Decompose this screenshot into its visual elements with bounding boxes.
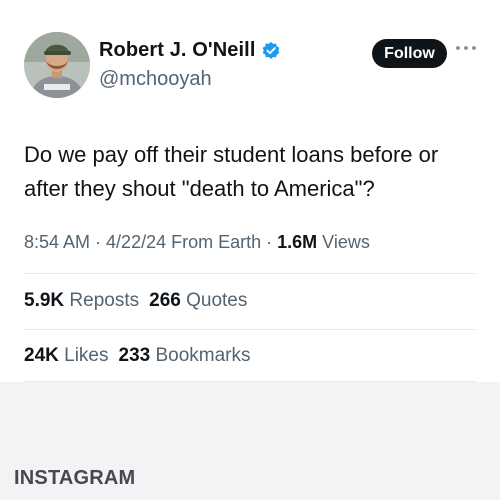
author-name-row[interactable]: Robert J. O'Neill: [99, 39, 281, 62]
tweet-text: Do we pay off their student loans before…: [24, 142, 439, 201]
bookmarks-label: Bookmarks: [150, 345, 251, 366]
profile-photo: [24, 32, 90, 98]
verified-badge-icon: [261, 41, 281, 61]
views-count: 1.6M: [277, 232, 318, 252]
views-label: Views: [317, 232, 370, 252]
more-options-icon[interactable]: [456, 42, 476, 54]
tweet-meta: 8:54 AM · 4/22/24 From Earth · 1.6M View…: [24, 232, 370, 253]
likes-label: Likes: [58, 345, 109, 366]
footer-source-label: INSTAGRAM: [14, 467, 136, 489]
meta-separator: ·: [90, 232, 107, 252]
divider: [24, 381, 476, 382]
quotes-label: Quotes: [180, 290, 248, 311]
stats-row-likes-bookmarks: 24K Likes 233 Bookmarks: [24, 345, 251, 367]
divider: [24, 273, 476, 274]
reposts-count: 5.9K: [24, 290, 65, 311]
more-dot: [464, 46, 468, 50]
bookmarks-count: 233: [118, 345, 151, 366]
reposts-label: Reposts: [64, 290, 140, 311]
tweet-card: Robert J. O'Neill @mchooyah Follow Do we…: [0, 0, 500, 382]
quotes-stat[interactable]: 266 Quotes: [149, 290, 247, 311]
more-dot: [472, 46, 476, 50]
tweet-time[interactable]: 8:54 AM: [24, 232, 90, 252]
follow-button[interactable]: Follow: [372, 39, 447, 68]
reposts-stat[interactable]: 5.9K Reposts: [24, 290, 139, 311]
author-handle[interactable]: @mchooyah: [99, 68, 212, 91]
author-name[interactable]: Robert J. O'Neill: [99, 39, 256, 62]
stats-row-reposts-quotes: 5.9K Reposts 266 Quotes: [24, 290, 247, 312]
likes-stat[interactable]: 24K Likes: [24, 345, 109, 366]
meta-separator: ·: [261, 232, 278, 252]
tweet-source: From Earth: [166, 232, 262, 252]
more-dot: [456, 46, 460, 50]
bookmarks-stat[interactable]: 233 Bookmarks: [119, 345, 251, 366]
divider: [24, 329, 476, 330]
tweet-date[interactable]: 4/22/24: [106, 232, 166, 252]
avatar[interactable]: [24, 32, 90, 98]
quotes-count: 266: [149, 290, 181, 311]
likes-count: 24K: [24, 345, 59, 366]
